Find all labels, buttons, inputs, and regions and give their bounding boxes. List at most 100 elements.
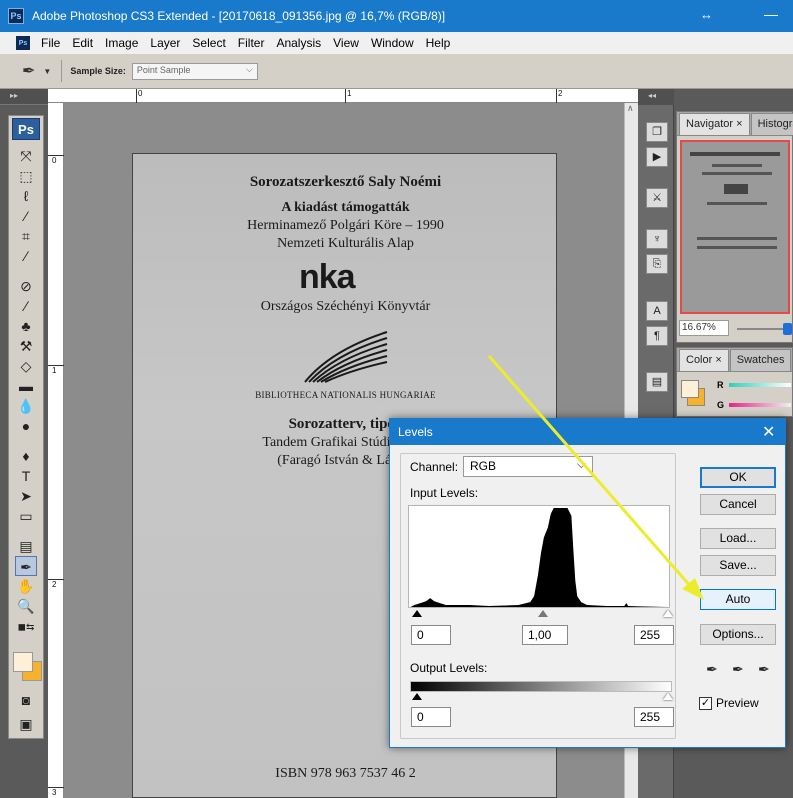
menu-layer[interactable]: Layer <box>144 36 186 50</box>
load-button[interactable]: Load... <box>700 528 776 549</box>
channel-select[interactable]: RGB ⌵ <box>463 456 593 477</box>
vertical-ruler[interactable]: 0 1 2 3 <box>48 103 64 798</box>
history-brush-icon[interactable]: ⚒ <box>15 336 37 356</box>
output-black-slider[interactable] <box>412 693 422 700</box>
type-tool-icon[interactable]: T <box>15 466 37 486</box>
menu-analysis[interactable]: Analysis <box>270 36 327 50</box>
expand-arrows-icon[interactable]: ▸▸ <box>10 91 18 100</box>
history-panel-icon[interactable]: ❐ <box>646 122 668 142</box>
character-panel-icon[interactable]: A <box>646 301 668 321</box>
foreground-color-swatch[interactable] <box>13 652 33 672</box>
menu-view[interactable]: View <box>327 36 365 50</box>
window-title: Adobe Photoshop CS3 Extended - [20170618… <box>32 9 446 23</box>
layer-comps-icon[interactable]: ▤ <box>646 372 668 392</box>
close-icon[interactable]: ✕ <box>762 422 775 442</box>
menu-filter[interactable]: Filter <box>232 36 271 50</box>
minimize-button[interactable]: — <box>764 6 778 22</box>
slice-tool-icon[interactable]: ∕ <box>15 246 37 266</box>
title-bar: Ps Adobe Photoshop CS3 Extended - [20170… <box>0 0 793 32</box>
gray-eyedropper-icon[interactable]: ✒ <box>732 661 744 678</box>
eyedropper-tool-icon[interactable]: ✒ <box>15 556 37 576</box>
chevron-down-icon: ⌵ <box>246 63 253 74</box>
paragraph-panel-icon[interactable]: ¶ <box>646 326 668 346</box>
white-eyedropper-icon[interactable]: ✒ <box>758 661 770 678</box>
tab-histogram[interactable]: Histogra <box>750 113 793 135</box>
output-white-slider[interactable] <box>663 693 673 700</box>
navigator-zoom-field[interactable]: 16.67% <box>679 320 729 336</box>
black-eyedropper-icon[interactable]: ✒ <box>706 661 718 678</box>
clone-source-icon[interactable]: ⎘ <box>646 254 668 274</box>
options-button[interactable]: Options... <box>700 624 776 645</box>
output-white-field[interactable]: 255 <box>634 707 674 727</box>
tool-preset-dropdown[interactable]: ▼ <box>43 67 51 76</box>
notes-tool-icon[interactable]: ▤ <box>15 536 37 556</box>
save-button[interactable]: Save... <box>700 555 776 576</box>
menu-edit[interactable]: Edit <box>66 36 99 50</box>
dodge-tool-icon[interactable]: ● <box>15 416 37 436</box>
options-bar: ✒ ▼ Sample Size: Point Sample ⌵ <box>0 54 793 89</box>
clone-stamp-icon[interactable]: ♣ <box>15 316 37 336</box>
magic-wand-tool-icon[interactable]: ⁄ <box>15 206 37 226</box>
tab-navigator[interactable]: Navigator × <box>679 113 750 135</box>
quick-mask-icon[interactable]: ◙ <box>15 690 37 710</box>
resize-arrows-icon[interactable]: ↔ <box>700 7 713 22</box>
move-tool-icon[interactable]: ⤧ <box>15 146 37 166</box>
tab-swatches[interactable]: Swatches <box>729 349 792 371</box>
zoom-slider-knob[interactable] <box>783 323 792 335</box>
input-gamma-field[interactable]: 1,00 <box>522 625 568 645</box>
ruler-h-label-2: 2 <box>558 89 563 98</box>
scroll-up-icon[interactable]: ∧ <box>627 103 634 114</box>
default-colors-icon[interactable]: ◼⇆ <box>15 618 37 638</box>
input-white-field[interactable]: 255 <box>634 625 674 645</box>
red-channel-slider[interactable] <box>729 383 791 387</box>
input-gamma-slider[interactable] <box>538 610 548 617</box>
input-white-slider[interactable] <box>663 610 673 617</box>
shape-tool-icon[interactable]: ▭ <box>15 506 37 526</box>
ps-badge[interactable]: Ps <box>12 118 40 140</box>
crop-tool-icon[interactable]: ⌗ <box>15 226 37 246</box>
actions-panel-icon[interactable]: ▶ <box>646 147 668 167</box>
menu-window[interactable]: Window <box>365 36 420 50</box>
ruler-h-label-1: 1 <box>347 89 352 98</box>
navigator-zoom-slider[interactable] <box>737 323 792 335</box>
marquee-tool-icon[interactable]: ⬚ <box>15 166 37 186</box>
eraser-tool-icon[interactable]: ◇ <box>15 356 37 376</box>
pen-tool-icon[interactable]: ♦ <box>15 446 37 466</box>
screen-mode-icon[interactable]: ▣ <box>15 714 37 734</box>
dock-header[interactable]: ◂◂ <box>638 89 674 105</box>
ok-button[interactable]: OK <box>700 467 776 488</box>
input-black-slider[interactable] <box>412 610 422 617</box>
navigator-preview[interactable] <box>680 140 790 314</box>
lasso-tool-icon[interactable]: ℓ <box>15 186 37 206</box>
hand-tool-icon[interactable]: ✋ <box>15 576 37 596</box>
healing-brush-icon[interactable]: ⊘ <box>15 276 37 296</box>
menu-file[interactable]: File <box>35 36 66 50</box>
brush-tool-icon[interactable]: ∕ <box>15 296 37 316</box>
toolbox-tools: Ps ⤧ ⬚ ℓ ⁄ ⌗ ∕ ⊘ ∕ ♣ ⚒ ◇ ▬ 💧 ● ♦ T ➤ ▭ ▤… <box>8 115 44 739</box>
sample-size-select[interactable]: Point Sample ⌵ <box>131 62 258 80</box>
tool-presets-icon[interactable]: ⚔ <box>646 188 668 208</box>
green-channel-slider[interactable] <box>729 403 791 407</box>
preview-checkbox[interactable]: ✓ <box>699 697 712 710</box>
menu-help[interactable]: Help <box>420 36 457 50</box>
color-tabs: Color × Swatches <box>677 348 792 372</box>
path-selection-icon[interactable]: ➤ <box>15 486 37 506</box>
blur-tool-icon[interactable]: 💧 <box>15 396 37 416</box>
auto-button[interactable]: Auto <box>700 589 776 610</box>
channel-label: Channel: <box>410 460 459 474</box>
menu-select[interactable]: Select <box>186 36 231 50</box>
menu-image[interactable]: Image <box>99 36 144 50</box>
input-black-field[interactable]: 0 <box>411 625 451 645</box>
cancel-button[interactable]: Cancel <box>700 494 776 515</box>
tab-color[interactable]: Color × <box>679 349 729 371</box>
brushes-panel-icon[interactable]: ♆ <box>646 229 668 249</box>
eyedropper-icon[interactable]: ✒ <box>22 61 35 81</box>
output-black-field[interactable]: 0 <box>411 707 451 727</box>
horizontal-ruler[interactable]: 0 1 2 <box>48 89 638 103</box>
toolbox-header[interactable]: ▸▸ <box>0 89 48 105</box>
collapse-arrows-icon[interactable]: ◂◂ <box>648 91 656 100</box>
panel-fg-swatch[interactable] <box>681 380 699 398</box>
app-menu-icon[interactable]: Ps <box>16 36 30 50</box>
gradient-tool-icon[interactable]: ▬ <box>15 376 37 396</box>
zoom-tool-icon[interactable]: 🔍 <box>15 596 37 616</box>
